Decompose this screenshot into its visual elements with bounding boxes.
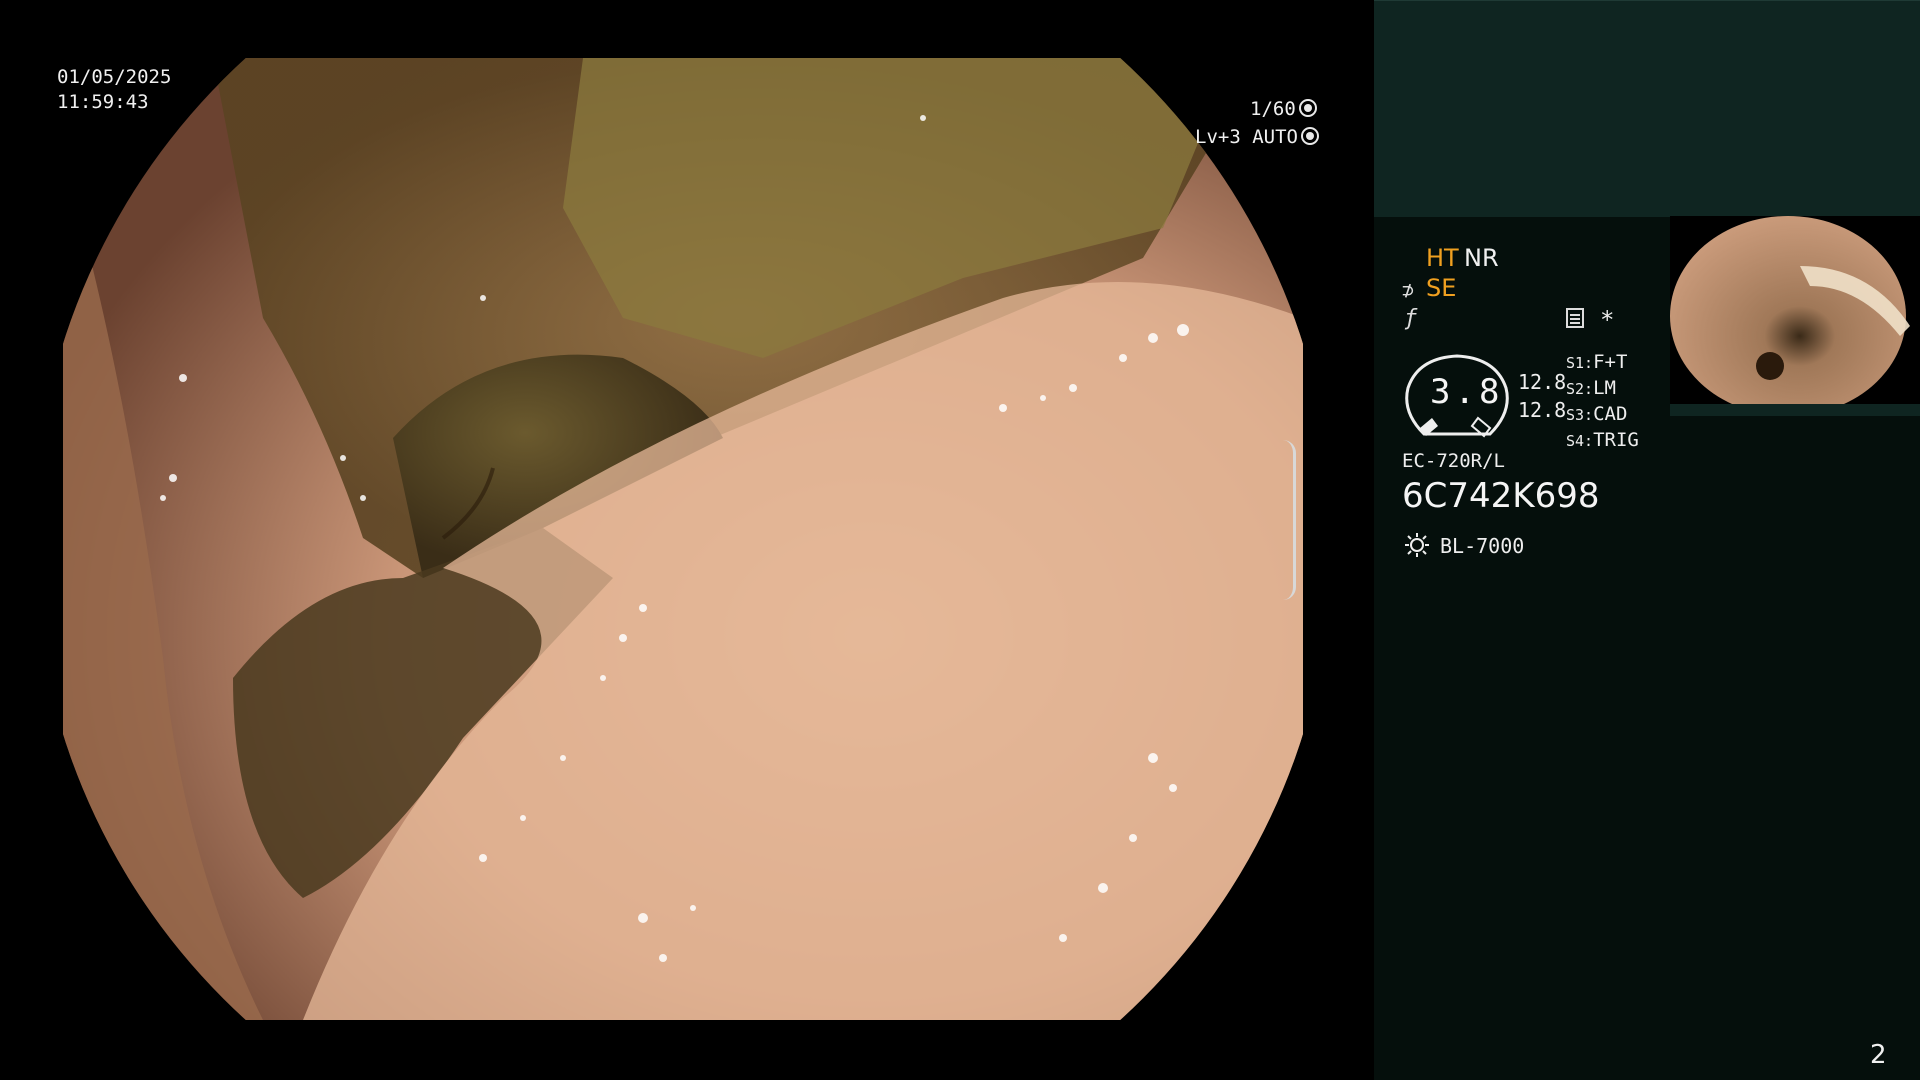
structure-enhance-icon: ⊅ xyxy=(1402,278,1415,302)
scope-button-list: S1:F+T S2:LM S3:CAD S4:TRIG xyxy=(1566,350,1639,454)
scope-model: EC-720R/L xyxy=(1402,450,1505,472)
page-number: 2 xyxy=(1870,1040,1887,1070)
info-panel: HT NR ⊅ SE ƒ * 3.8 12.8 12.8 S1:F+T S2:L… xyxy=(1374,0,1920,1080)
endoscopic-image xyxy=(63,58,1303,1020)
scope-button-s1: S1:F+T xyxy=(1566,351,1628,373)
document-icon xyxy=(1566,308,1584,328)
endoscope-view: 01/05/2025 11:59:43 1/60 Lv+3 AUTO xyxy=(0,0,1374,1080)
scope-button-s3: S3:CAD xyxy=(1566,403,1628,425)
nr-indicator: NR xyxy=(1464,244,1499,272)
captured-thumbnail[interactable] xyxy=(1670,216,1920,416)
exposure-level: Lv+3 AUTO xyxy=(1195,126,1298,148)
scope-rim-highlight xyxy=(1283,440,1296,600)
light-source-model: BL-7000 xyxy=(1440,534,1525,558)
scope-serial: 6C742K698 xyxy=(1402,476,1600,516)
value-a: 12.8 xyxy=(1518,370,1567,394)
value-b: 12.8 xyxy=(1518,398,1567,422)
light-source-icon xyxy=(1405,533,1429,557)
panel-header xyxy=(1374,0,1920,217)
shutter-icon xyxy=(1298,99,1317,117)
f-icon: ƒ xyxy=(1404,306,1418,331)
star-indicator: * xyxy=(1600,306,1615,334)
se-indicator: SE xyxy=(1426,274,1457,302)
gauge-value: 3.8 xyxy=(1430,372,1504,412)
ht-indicator: HT xyxy=(1426,244,1459,272)
auto-iris-icon xyxy=(1300,127,1319,145)
shutter-speed: 1/60 xyxy=(1250,98,1296,120)
osd-shutter: 1/60 xyxy=(1250,98,1317,120)
scope-button-s4: S4:TRIG xyxy=(1566,429,1639,451)
osd-date: 01/05/2025 xyxy=(57,66,172,88)
osd-datetime: 01/05/2025 11:59:43 xyxy=(57,65,171,115)
scope-button-s2: S2:LM xyxy=(1566,377,1616,399)
osd-time: 11:59:43 xyxy=(57,91,149,113)
osd-level: Lv+3 AUTO xyxy=(1195,126,1319,148)
thumbnail-status-bar xyxy=(1670,404,1920,416)
